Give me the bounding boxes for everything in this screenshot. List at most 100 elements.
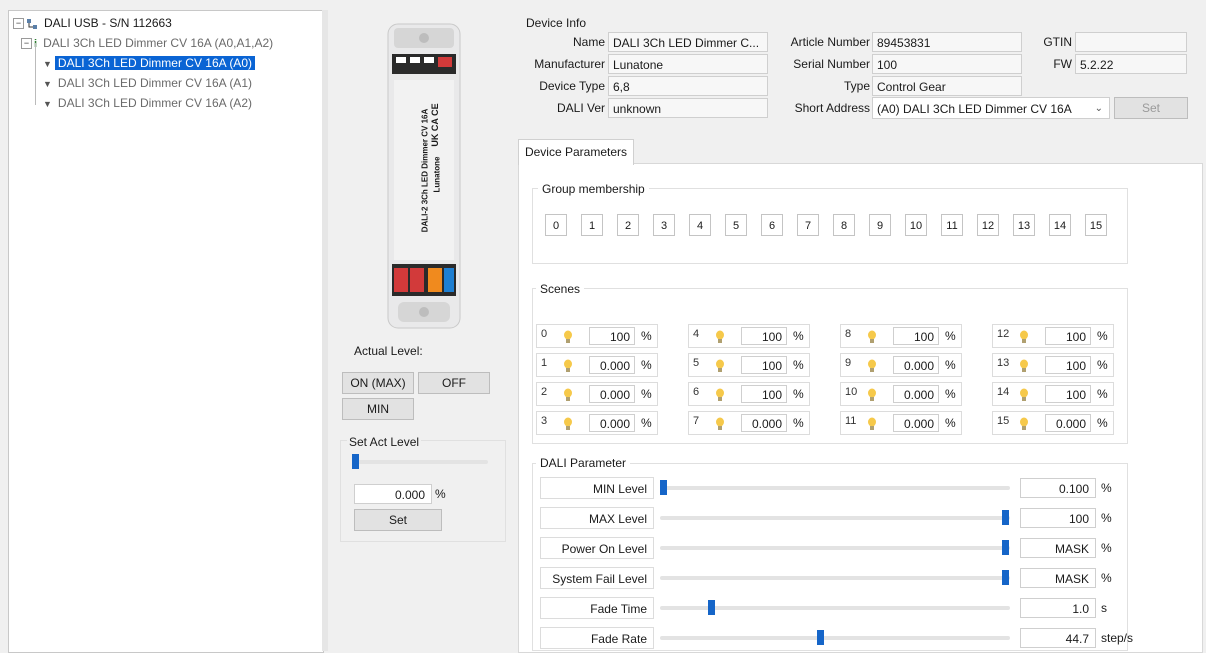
- short-address-select[interactable]: (A0) DALI 3Ch LED Dimmer CV 16A ⌄: [872, 97, 1110, 119]
- bulb-icon: [563, 330, 573, 347]
- scene-value-input[interactable]: 0.000: [589, 356, 635, 374]
- scene-unit: %: [793, 416, 804, 430]
- device-tree[interactable]: −DALI USB - S/N 112663 −iDALI 3Ch LED Di…: [8, 10, 324, 653]
- scene-value-input[interactable]: 100: [741, 356, 787, 374]
- param-value-input[interactable]: 100: [1020, 508, 1096, 528]
- group-checkbox-1[interactable]: 1: [581, 214, 603, 236]
- scene-4: 4 100%: [688, 324, 810, 348]
- tab-device-parameters[interactable]: Device Parameters: [518, 139, 634, 165]
- scene-index: 11: [845, 415, 857, 427]
- param-slider[interactable]: [817, 630, 824, 645]
- collapse-icon[interactable]: −: [13, 18, 24, 30]
- group-checkbox-12[interactable]: 12: [977, 214, 999, 236]
- set-act-level-unit: %: [435, 487, 446, 501]
- scene-unit: %: [793, 387, 804, 401]
- bulb-icon: [715, 330, 725, 347]
- type-field[interactable]: Control Gear: [872, 76, 1022, 96]
- group-checkbox-10[interactable]: 10: [905, 214, 927, 236]
- article-field[interactable]: 89453831: [872, 32, 1022, 52]
- device-model-text: DALI-2 3Ch LED Dimmer CV 16A: [420, 108, 430, 233]
- scene-value-input[interactable]: 100: [893, 327, 939, 345]
- param-slider-track: [660, 546, 1010, 550]
- scene-value-input[interactable]: 0.000: [893, 414, 939, 432]
- tree-a2-label: DALI 3Ch LED Dimmer CV 16A (A2): [57, 96, 252, 110]
- param-slider[interactable]: [1002, 570, 1009, 585]
- name-field[interactable]: DALI 3Ch LED Dimmer C...: [608, 32, 768, 52]
- set-act-level-button[interactable]: Set: [354, 509, 442, 531]
- param-slider[interactable]: [1002, 510, 1009, 525]
- scene-value-input[interactable]: 0.000: [589, 385, 635, 403]
- name-label: Name: [572, 35, 605, 49]
- serial-field[interactable]: 100: [872, 54, 1022, 74]
- param-value-input[interactable]: MASK: [1020, 538, 1096, 558]
- param-slider-track: [660, 486, 1010, 490]
- scene-13: 13 100%: [992, 353, 1114, 377]
- tree-node-a2[interactable]: ▼ DALI 3Ch LED Dimmer CV 16A (A2): [43, 94, 255, 112]
- group-checkbox-5[interactable]: 5: [725, 214, 747, 236]
- device-type-label: Device Type: [539, 79, 605, 93]
- group-checkbox-0[interactable]: 0: [545, 214, 567, 236]
- scene-value-input[interactable]: 100: [741, 327, 787, 345]
- group-checkbox-8[interactable]: 8: [833, 214, 855, 236]
- article-label: Article Number: [790, 35, 870, 49]
- group-checkbox-13[interactable]: 13: [1013, 214, 1035, 236]
- scene-index: 5: [693, 357, 700, 369]
- scene-value-input[interactable]: 100: [1045, 356, 1091, 374]
- param-slider-track: [660, 576, 1010, 580]
- scene-value-input[interactable]: 100: [1045, 385, 1091, 403]
- scene-value-input[interactable]: 0.000: [893, 356, 939, 374]
- param-slider[interactable]: [660, 480, 667, 495]
- device-type-field[interactable]: 6,8: [608, 76, 768, 96]
- set-act-level-input[interactable]: 0.000: [354, 484, 432, 504]
- scene-value-input[interactable]: 0.000: [893, 385, 939, 403]
- scene-value-input[interactable]: 0.000: [589, 414, 635, 432]
- tree-node-device[interactable]: −iDALI 3Ch LED Dimmer CV 16A (A0,A1,A2): [21, 34, 276, 52]
- group-checkbox-11[interactable]: 11: [941, 214, 963, 236]
- tree-node-a1[interactable]: ▼ DALI 3Ch LED Dimmer CV 16A (A1): [43, 74, 255, 92]
- scenes-title: Scenes: [536, 282, 585, 296]
- group-checkbox-7[interactable]: 7: [797, 214, 819, 236]
- scene-value-input[interactable]: 100: [741, 385, 787, 403]
- group-checkbox-15[interactable]: 15: [1085, 214, 1107, 236]
- on-max-button[interactable]: ON (MAX): [342, 372, 414, 394]
- group-checkbox-9[interactable]: 9: [869, 214, 891, 236]
- scene-index: 12: [997, 328, 1010, 340]
- short-address-set-button[interactable]: Set: [1114, 97, 1188, 119]
- scene-value-input[interactable]: 0.000: [1045, 414, 1091, 432]
- scene-index: 10: [845, 386, 858, 398]
- param-value-input[interactable]: 0.100: [1020, 478, 1096, 498]
- off-button[interactable]: OFF: [418, 372, 490, 394]
- param-value-input[interactable]: 1.0: [1020, 598, 1096, 618]
- param-value-input[interactable]: 44.7: [1020, 628, 1096, 648]
- scene-6: 6 100%: [688, 382, 810, 406]
- param-unit: s: [1101, 601, 1107, 615]
- tree-device-label: DALI 3Ch LED Dimmer CV 16A (A0,A1,A2): [43, 36, 274, 50]
- tree-node-a0[interactable]: ▼ DALI 3Ch LED Dimmer CV 16A (A0): [43, 54, 255, 72]
- bulb-icon: [867, 388, 877, 405]
- group-checkbox-3[interactable]: 3: [653, 214, 675, 236]
- group-checkbox-6[interactable]: 6: [761, 214, 783, 236]
- param-slider[interactable]: [708, 600, 715, 615]
- scene-value-input[interactable]: 100: [1045, 327, 1091, 345]
- bulb-icon: [1019, 388, 1029, 405]
- min-button[interactable]: MIN: [342, 398, 414, 420]
- scene-value-input[interactable]: 100: [589, 327, 635, 345]
- fw-label: FW: [1053, 57, 1072, 71]
- scene-value-input[interactable]: 0.000: [741, 414, 787, 432]
- set-act-level-slider[interactable]: [352, 454, 359, 469]
- collapse-icon[interactable]: −: [21, 38, 32, 50]
- scene-1: 1 0.000%: [536, 353, 658, 377]
- dali-ver-field[interactable]: unknown: [608, 98, 768, 118]
- bulb-icon: [563, 417, 573, 434]
- group-checkbox-4[interactable]: 4: [689, 214, 711, 236]
- group-checkbox-2[interactable]: 2: [617, 214, 639, 236]
- manufacturer-field[interactable]: Lunatone: [608, 54, 768, 74]
- scene-10: 10 0.000%: [840, 382, 962, 406]
- param-value-input[interactable]: MASK: [1020, 568, 1096, 588]
- tree-node-root[interactable]: − DALI USB - S/N 112663: [13, 14, 175, 32]
- fw-field[interactable]: 5.2.22: [1075, 54, 1187, 74]
- group-checkbox-14[interactable]: 14: [1049, 214, 1071, 236]
- param-slider[interactable]: [1002, 540, 1009, 555]
- tree-a0-label: DALI 3Ch LED Dimmer CV 16A (A0): [54, 56, 255, 70]
- gtin-field[interactable]: [1075, 32, 1187, 52]
